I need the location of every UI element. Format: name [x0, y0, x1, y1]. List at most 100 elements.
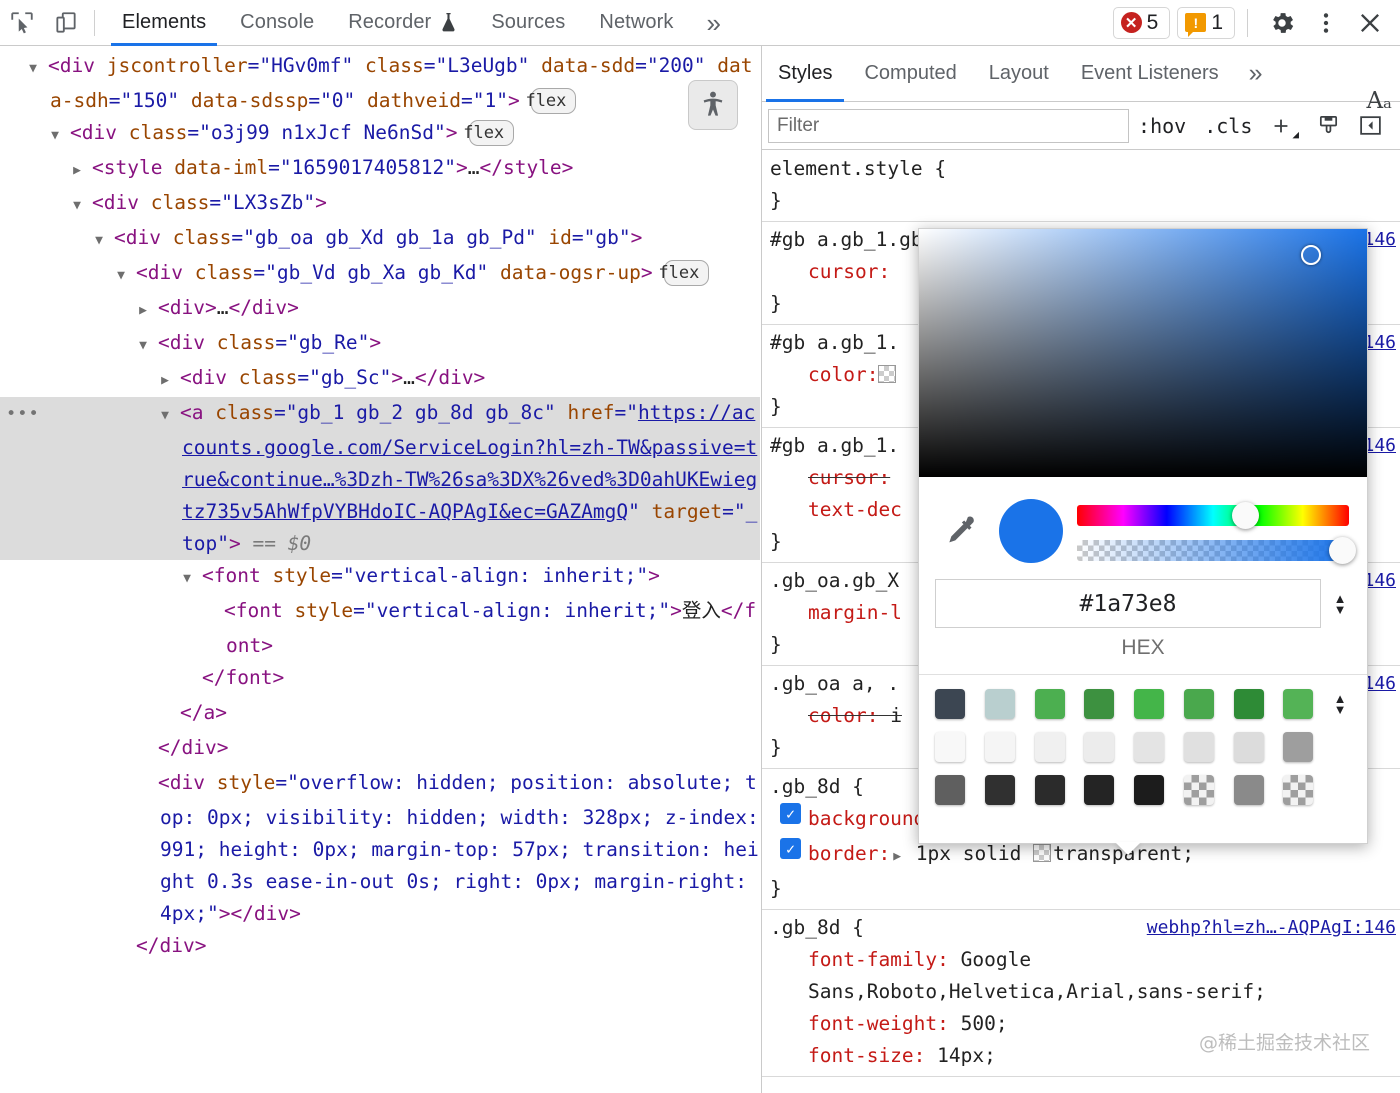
palette-swatch-grid[interactable] [935, 689, 1321, 805]
palette-swatch[interactable] [1233, 689, 1264, 719]
styles-overflow-button[interactable]: » [1235, 59, 1277, 88]
dom-node-l1[interactable]: ▼ <div jscontroller="HGv0mf" class="L3eUg… [0, 50, 760, 117]
dom-node-l6[interactable]: ▼ <div class="gb_Vd gb_Xa gb_Kd" data-ogs… [0, 257, 760, 292]
palette-swatch[interactable] [1084, 732, 1115, 762]
css-selector[interactable]: #gb a.gb_1. [770, 327, 899, 359]
disclosure-triangle-icon[interactable] [210, 598, 224, 630]
kebab-menu-icon[interactable] [1304, 3, 1348, 43]
palette-swatch[interactable] [1034, 689, 1065, 719]
dom-node-l5[interactable]: ▼ <div class="gb_oa gb_Xd gb_1a gb_Pd" id… [0, 222, 760, 257]
dom-tree-pane[interactable]: ▼ <div jscontroller="HGv0mf" class="L3eUg… [0, 46, 760, 1093]
warning-count-button[interactable]: ! 1 [1177, 6, 1235, 39]
contrast-ratio-icon[interactable]: Aₐ [1367, 88, 1392, 114]
palette-swatch[interactable] [1233, 732, 1264, 762]
palette-swatch[interactable] [1283, 775, 1314, 805]
palette-swatch[interactable] [935, 732, 965, 762]
dom-node-l4[interactable]: ▼ <div class="LX3sZb"> [0, 187, 760, 222]
disclosure-triangle-icon[interactable]: ▼ [29, 53, 48, 85]
css-property-value[interactable]: 14px; [925, 1044, 996, 1067]
spinner-down-icon[interactable]: ▼ [1334, 603, 1347, 616]
disclosure-triangle-icon[interactable]: ▼ [161, 400, 180, 432]
tab-console[interactable]: Console [223, 0, 331, 46]
dom-tree[interactable]: ▼ <div jscontroller="HGv0mf" class="L3eUg… [0, 46, 760, 965]
spinner-updown-icon[interactable]: ▲ ▼ [1329, 592, 1351, 616]
dom-node-l12[interactable]: <font style="vertical-align: inherit;">登… [0, 595, 760, 662]
computed-styles-sidebar-button[interactable] [1308, 108, 1349, 144]
palette-swatch[interactable] [1134, 775, 1164, 805]
css-selector[interactable]: .gb_oa a, . [770, 668, 899, 700]
palette-swatch[interactable] [1233, 775, 1264, 805]
dom-node-l10[interactable]: ▼<a class="gb_1 gb_2 gb_8d gb_8c" href="… [0, 397, 760, 560]
alpha-slider-knob[interactable] [1329, 537, 1356, 564]
css-selector[interactable]: #gb a.gb_1. [770, 430, 899, 462]
palette-swatch[interactable] [935, 775, 965, 805]
css-property-name[interactable]: margin-l [808, 601, 902, 624]
eyedropper-icon[interactable] [933, 499, 985, 563]
tab-sources[interactable]: Sources [474, 0, 582, 46]
disclosure-triangle-icon[interactable] [166, 700, 180, 732]
css-selector[interactable]: element.style { [770, 153, 946, 185]
palette-swatch[interactable] [1034, 732, 1065, 762]
tab-recorder[interactable]: Recorder [331, 0, 474, 46]
tab-layout[interactable]: Layout [973, 46, 1065, 102]
css-source-link[interactable]: webhp?hl=zh…-AQPAgI:146 [1147, 912, 1400, 944]
color-saturation-value-area[interactable] [919, 229, 1367, 477]
css-property-name[interactable]: font-family: [808, 948, 949, 971]
palette-swatch[interactable] [984, 775, 1015, 805]
palette-swatch[interactable] [1183, 732, 1214, 762]
css-declaration[interactable]: font-family: Google Sans,Roboto,Helvetic… [770, 944, 1400, 1008]
palette-swatch[interactable] [1183, 775, 1214, 805]
palette-swatch[interactable] [1283, 732, 1314, 762]
css-property-name[interactable]: border: [808, 842, 890, 865]
dom-node-l15[interactable]: </div> [0, 732, 760, 767]
new-style-rule-button[interactable]: ◢ [1261, 108, 1308, 144]
element-classes-button[interactable]: .cls [1195, 108, 1261, 144]
palette-swatch[interactable] [1283, 689, 1314, 719]
dom-node-l8[interactable]: ▼ <div class="gb_Re"> [0, 327, 760, 362]
disclosure-triangle-icon[interactable]: ▶ [73, 155, 92, 187]
declaration-checkbox[interactable]: ✓ [780, 803, 801, 824]
palette-swatch[interactable] [1134, 689, 1164, 719]
shorthand-expand-icon[interactable]: ▶ [890, 849, 904, 864]
dom-node-l7[interactable]: ▶ <div>…</div> [0, 292, 760, 327]
disclosure-triangle-icon[interactable] [144, 770, 158, 802]
disclosure-triangle-icon[interactable]: ▶ [139, 295, 158, 327]
palette-swatch[interactable] [1084, 689, 1115, 719]
palette-swatch[interactable] [1084, 775, 1115, 805]
color-swatch[interactable] [878, 365, 897, 383]
css-selector[interactable]: .gb_8d { [770, 771, 864, 803]
tab-styles[interactable]: Styles [762, 46, 848, 102]
gear-icon[interactable] [1260, 3, 1304, 43]
dom-node-l16[interactable]: <div style="overflow: hidden; position: … [0, 767, 760, 930]
hue-slider[interactable] [1077, 502, 1349, 529]
dom-node-l2[interactable]: ▼ <div class="o3j99 n1xJcf Ne6nSd"> flex [0, 117, 760, 152]
dom-node-l13[interactable]: </font> [0, 662, 760, 697]
css-property-name[interactable]: color: [808, 704, 878, 727]
css-property-value[interactable]: 500; [949, 1012, 1008, 1035]
disclosure-triangle-icon[interactable]: ▼ [51, 120, 70, 152]
palette-swatch[interactable] [935, 689, 965, 719]
disclosure-triangle-icon[interactable] [122, 933, 136, 965]
tab-elements[interactable]: Elements [105, 0, 223, 46]
color-format-label[interactable]: HEX [919, 628, 1367, 674]
dom-node-l14[interactable]: </a> [0, 697, 760, 732]
css-property-value[interactable]: 1px solid transparent; [904, 842, 1194, 865]
palette-spinner-down-icon[interactable]: ▼ [1334, 703, 1347, 716]
palette-swatch[interactable] [984, 732, 1015, 762]
disclosure-triangle-icon[interactable]: ▼ [139, 330, 158, 362]
transparent-color-swatch[interactable] [1033, 844, 1052, 862]
hover-state-button[interactable]: :hov [1129, 108, 1195, 144]
disclosure-triangle-icon[interactable] [144, 735, 158, 767]
palette-spinner-icon[interactable]: ▲ ▼ [1329, 689, 1351, 716]
toolbar-overflow-button[interactable]: » [690, 0, 736, 46]
dom-node-l11[interactable]: ▼ <font style="vertical-align: inherit;"> [0, 560, 760, 595]
filter-input[interactable] [768, 108, 1130, 143]
palette-swatch[interactable] [984, 689, 1015, 719]
tab-computed[interactable]: Computed [848, 46, 972, 102]
disclosure-triangle-icon[interactable]: ▼ [95, 225, 114, 257]
dom-node-l17[interactable]: </div> [0, 930, 760, 965]
device-toolbar-icon[interactable] [44, 3, 88, 43]
palette-swatch[interactable] [1134, 732, 1164, 762]
color-gradient-handle[interactable] [1301, 245, 1321, 265]
hue-slider-knob[interactable] [1232, 502, 1260, 529]
